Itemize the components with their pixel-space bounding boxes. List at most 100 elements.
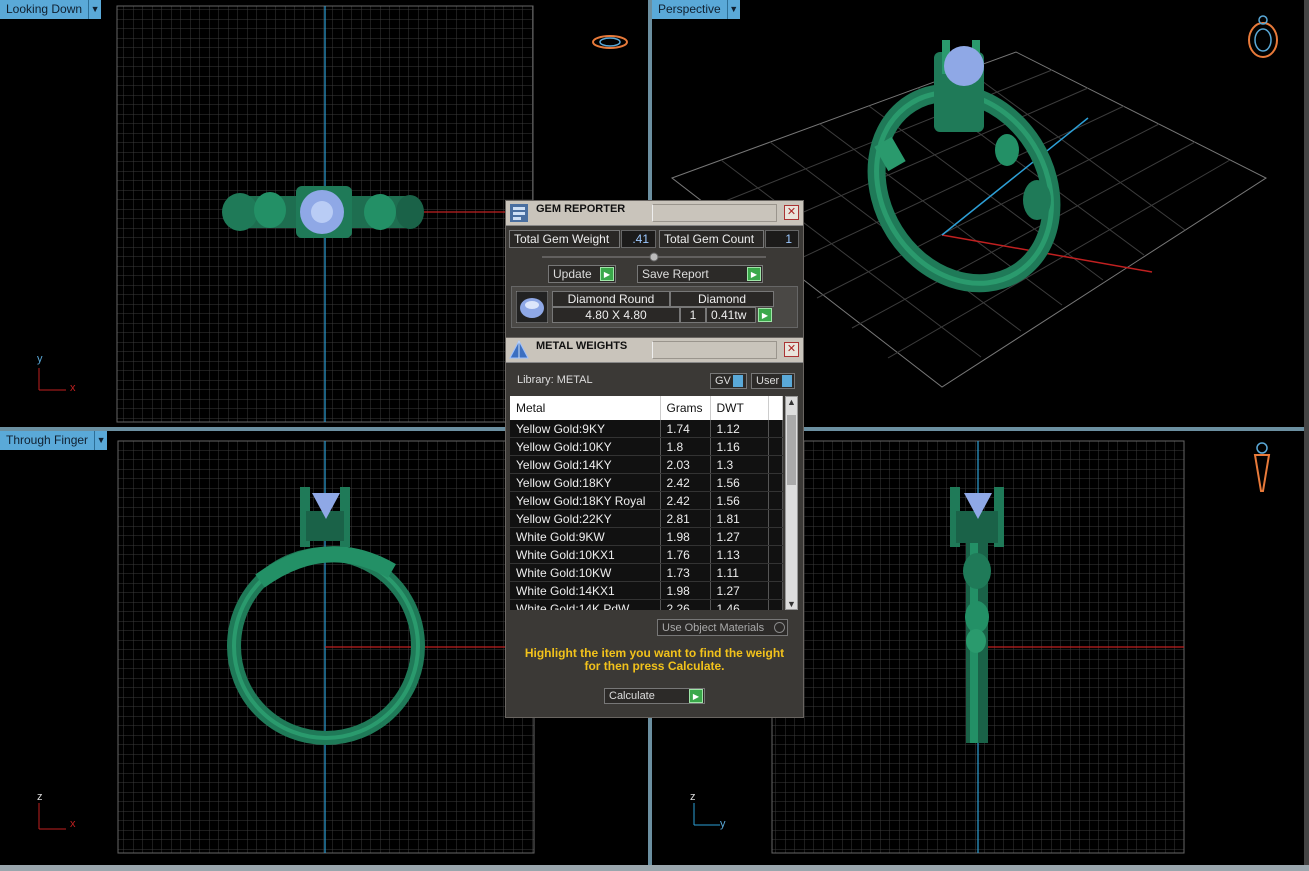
cell-blank — [768, 527, 783, 546]
metal-weights-title: METAL WEIGHTS — [536, 340, 628, 352]
metal-weights-icon — [509, 340, 529, 359]
table-row[interactable]: White Gold:14KX1 1.98 1.27 — [510, 581, 783, 600]
cell-dwt: 1.13 — [710, 545, 769, 564]
col-header-grams[interactable]: Grams — [660, 396, 711, 420]
ring-orientation-icon[interactable] — [1250, 439, 1274, 497]
calculate-label: Calculate — [609, 690, 655, 702]
metal-weights-panel: METAL WEIGHTS ✕ Library: METAL GV User M… — [505, 337, 804, 718]
user-label: User — [756, 375, 780, 387]
cell-metal: White Gold:9KW — [510, 527, 661, 546]
gem-detail-go-icon[interactable]: ▶ — [758, 308, 772, 322]
gem-reporter-icon — [510, 204, 528, 222]
use-object-materials-toggle[interactable]: Use Object Materials — [657, 619, 788, 636]
axis-label-x: x — [70, 382, 76, 394]
gem-size: 4.80 X 4.80 — [552, 307, 680, 323]
chevron-down-icon[interactable]: ▼ — [94, 431, 108, 450]
cell-metal: Yellow Gold:10KY — [510, 437, 661, 456]
scroll-down-icon[interactable]: ▼ — [787, 599, 796, 609]
table-row[interactable]: Yellow Gold:18KY 2.42 1.56 — [510, 473, 783, 492]
close-icon[interactable]: ✕ — [784, 205, 799, 220]
close-icon[interactable]: ✕ — [784, 342, 799, 357]
cell-dwt: 1.46 — [710, 599, 769, 610]
metal-table-header: Metal Grams DWT — [510, 396, 783, 420]
viewport-label-text: Through Finger — [0, 431, 95, 450]
cell-blank — [768, 420, 783, 438]
diamond-round-icon — [516, 291, 548, 323]
cell-metal: White Gold:14KX1 — [510, 581, 661, 600]
scroll-thumb[interactable] — [787, 415, 796, 485]
cell-metal: White Gold:14K PdW — [510, 599, 661, 610]
ring-perspective — [867, 40, 1061, 293]
use-object-materials-label: Use Object Materials — [662, 622, 765, 634]
viewport-label-perspective[interactable]: Perspective ▼ — [652, 0, 740, 19]
table-row[interactable]: Yellow Gold:14KY 2.03 1.3 — [510, 455, 783, 474]
chevron-down-icon[interactable]: ▼ — [726, 0, 740, 19]
gem-weight: 0.41tw — [706, 307, 756, 323]
viewport-label-through-finger[interactable]: Through Finger ▼ — [0, 431, 108, 450]
cell-blank — [768, 563, 783, 582]
cell-metal: Yellow Gold:22KY — [510, 509, 661, 528]
cell-grams: 2.03 — [660, 455, 711, 474]
axis-label-y: y — [37, 353, 43, 365]
table-row[interactable]: Yellow Gold:9KY 1.74 1.12 — [510, 420, 783, 438]
cell-blank — [768, 509, 783, 528]
cell-grams: 1.8 — [660, 437, 711, 456]
scroll-up-icon[interactable]: ▲ — [787, 397, 796, 407]
axis-label-x: x — [70, 818, 76, 830]
cell-blank — [768, 437, 783, 456]
cell-dwt: 1.27 — [710, 581, 769, 600]
ring-orientation-icon[interactable] — [1242, 12, 1282, 60]
cell-dwt: 1.3 — [710, 455, 769, 474]
cell-grams: 2.26 — [660, 599, 711, 610]
gem-reporter-panel: GEM REPORTER ✕ Total Gem Weight .41 Tota… — [505, 200, 804, 339]
gem-reporter-titlebar[interactable]: GEM REPORTER ✕ — [506, 201, 803, 226]
axis-label-z: z — [690, 791, 696, 803]
table-row[interactable]: White Gold:10KW 1.73 1.11 — [510, 563, 783, 582]
col-header-dwt[interactable]: DWT — [710, 396, 769, 420]
cell-grams: 2.42 — [660, 491, 711, 510]
cell-metal: Yellow Gold:18KY — [510, 473, 661, 492]
table-row[interactable]: White Gold:9KW 1.98 1.27 — [510, 527, 783, 546]
metal-weights-titlebar[interactable]: METAL WEIGHTS ✕ — [506, 338, 803, 363]
cell-dwt: 1.56 — [710, 491, 769, 510]
cell-dwt: 1.81 — [710, 509, 769, 528]
cell-metal: White Gold:10KW — [510, 563, 661, 582]
use-object-materials-radio[interactable] — [774, 622, 785, 633]
gv-toggle-indicator — [733, 375, 743, 387]
table-row[interactable]: White Gold:14K PdW 2.26 1.46 — [510, 599, 783, 610]
calculate-hint: Highlight the item you want to find the … — [524, 646, 785, 673]
ring-orientation-icon[interactable] — [590, 30, 630, 54]
viewport-label-looking-down[interactable]: Looking Down ▼ — [0, 0, 102, 19]
gem-count: 1 — [680, 307, 706, 323]
metal-table-scrollbar[interactable]: ▲ ▼ — [785, 396, 798, 610]
col-header-blank — [768, 396, 783, 420]
metal-table: Metal Grams DWT Yellow Gold:9KY 1.74 1.12 Y… — [510, 396, 783, 610]
cell-grams: 2.42 — [660, 473, 711, 492]
library-label: Library: METAL — [517, 374, 593, 386]
table-row[interactable]: Yellow Gold:22KY 2.81 1.81 — [510, 509, 783, 528]
gem-material: Diamond — [670, 291, 774, 307]
cell-blank — [768, 455, 783, 474]
chevron-down-icon[interactable]: ▼ — [88, 0, 102, 19]
gem-reporter-slider[interactable] — [542, 251, 766, 263]
cell-dwt: 1.27 — [710, 527, 769, 546]
cell-blank — [768, 545, 783, 564]
calculate-go-icon[interactable]: ▶ — [689, 689, 703, 703]
total-gem-weight-label: Total Gem Weight — [509, 230, 620, 248]
table-row[interactable]: Yellow Gold:10KY 1.8 1.16 — [510, 437, 783, 456]
metal-table-container[interactable]: Metal Grams DWT Yellow Gold:9KY 1.74 1.12 Y… — [510, 396, 783, 610]
save-report-go-icon[interactable]: ▶ — [747, 267, 761, 281]
update-go-icon[interactable]: ▶ — [600, 267, 614, 281]
cell-blank — [768, 473, 783, 492]
gem-shape: Diamond Round — [552, 291, 670, 307]
table-row[interactable]: Yellow Gold:18KY Royal 2.42 1.56 — [510, 491, 783, 510]
title-divider — [652, 204, 777, 222]
cell-metal: Yellow Gold:14KY — [510, 455, 661, 474]
save-report-button[interactable]: Save Report — [637, 265, 763, 283]
col-header-metal[interactable]: Metal — [510, 396, 661, 420]
gem-list-row[interactable]: Diamond Round Diamond 4.80 X 4.80 1 0.41… — [511, 286, 798, 328]
table-row[interactable]: White Gold:10KX1 1.76 1.13 — [510, 545, 783, 564]
cell-dwt: 1.56 — [710, 473, 769, 492]
user-toggle-indicator — [782, 375, 792, 387]
cell-grams: 1.98 — [660, 581, 711, 600]
